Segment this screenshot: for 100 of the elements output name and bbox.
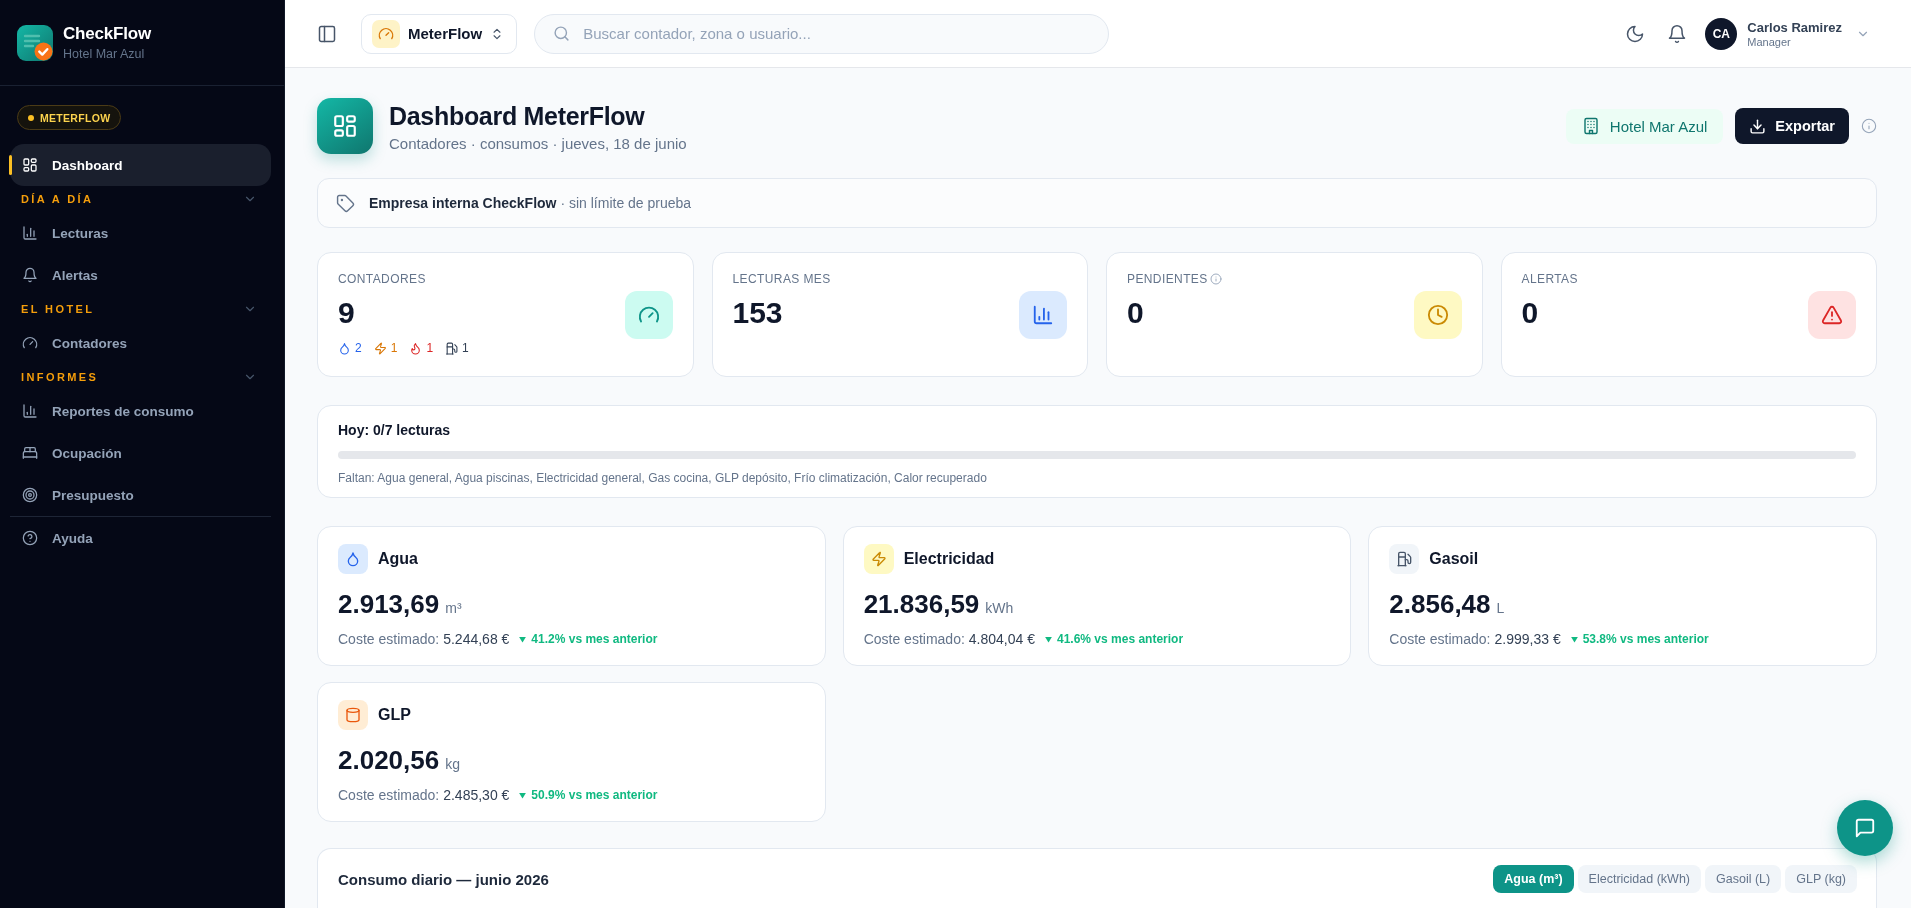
- grid-icon: [317, 98, 373, 154]
- stat-value: 0: [1127, 296, 1145, 330]
- consumption-unit: kWh: [985, 599, 1014, 618]
- consumption-value: 21.836,59: [863, 589, 980, 619]
- chart-tab[interactable]: Agua (m³): [1493, 865, 1574, 893]
- trend-text: 41.6% vs mes anterior: [1057, 631, 1184, 648]
- tag-icon: [336, 193, 355, 213]
- gauge-icon: [624, 290, 673, 339]
- clock-icon: [1413, 290, 1462, 339]
- trend-text: 41.2% vs mes anterior: [531, 631, 658, 648]
- app-switcher[interactable]: MeterFlow: [361, 13, 518, 54]
- nav-item[interactable]: Alertas: [10, 254, 271, 296]
- consumption-title: GLP: [378, 706, 411, 724]
- consumption-title: Gasoil: [1429, 550, 1479, 568]
- gauge-icon: [372, 19, 400, 48]
- consumption-unit: kg: [445, 755, 460, 774]
- bell-icon: [1667, 23, 1688, 44]
- cost-value: 2.485,30 €: [443, 786, 510, 804]
- export-button[interactable]: Exportar: [1735, 108, 1849, 144]
- section-toggle[interactable]: DÍA A DÍA: [10, 186, 271, 212]
- property-button[interactable]: Hotel Mar Azul: [1565, 108, 1724, 144]
- user-name: Carlos Ramirez: [1747, 19, 1842, 35]
- cost-value: 5.244,68 €: [443, 630, 510, 648]
- consumption-value: 2.856,48: [1389, 589, 1491, 619]
- chat-icon: [1854, 817, 1876, 839]
- chart-tab[interactable]: Electricidad (kWh): [1577, 865, 1701, 893]
- stat-label: ALERTAS: [1521, 272, 1578, 286]
- brand-name: CheckFlow: [63, 24, 151, 44]
- nav-item[interactable]: Ayuda: [10, 517, 271, 559]
- download-icon: [1749, 117, 1767, 135]
- cost-label: Coste estimado:: [338, 630, 440, 648]
- lightning-icon: [373, 341, 387, 355]
- grid-icon: [22, 157, 38, 173]
- progress-title: Hoy: 0/7 lecturas: [338, 421, 452, 439]
- trend-text: 50.9% vs mes anterior: [531, 787, 658, 804]
- nav-item[interactable]: Contadores: [10, 322, 271, 364]
- section-toggle[interactable]: EL HOTEL: [10, 296, 271, 322]
- search-field[interactable]: Buscar contador, zona o usuario...: [534, 13, 1110, 54]
- sidebar-panel-icon: [317, 23, 337, 44]
- page-title: Dashboard MeterFlow: [389, 100, 646, 131]
- missing-readings-text: Faltan: Agua general, Agua piscinas, Electricidad general, Gas cocina, GLP depósito, Frío climatización, Calor recuperado: [338, 471, 988, 486]
- consumption-value: 2.020,56: [338, 745, 440, 775]
- consumption-title: Agua: [378, 550, 418, 568]
- user-role: Manager: [1747, 35, 1792, 48]
- chart-tab[interactable]: Gasoil (L): [1705, 865, 1782, 893]
- section-toggle[interactable]: INFORMES: [10, 364, 271, 390]
- stat-label: CONTADORES: [338, 272, 426, 286]
- flame-icon: [409, 341, 423, 355]
- building-icon: [1581, 117, 1600, 135]
- bar-chart-icon: [1019, 290, 1067, 339]
- gauge-icon: [22, 335, 38, 351]
- stat-value: 153: [732, 296, 784, 330]
- droplet-icon: [338, 544, 368, 574]
- module-label: METERFLOW: [40, 111, 111, 124]
- bar-chart-icon: [22, 403, 38, 419]
- user-avatar[interactable]: CA: [1705, 17, 1738, 50]
- stat-label: LECTURAS MES: [732, 272, 831, 286]
- page-subtitle: Contadores · consumos · jueves, 18 de junio: [389, 134, 687, 152]
- meter-count: 1: [390, 341, 398, 355]
- warning-icon: [1808, 290, 1856, 339]
- stat-value: 0: [1521, 296, 1540, 330]
- cost-value: 4.804,04 €: [968, 630, 1035, 648]
- meter-count: 2: [355, 341, 362, 355]
- lightning-icon: [863, 544, 894, 574]
- moon-icon: [1625, 23, 1646, 44]
- stat-value: 9: [338, 296, 356, 330]
- info-icon: [1861, 118, 1877, 134]
- trend-text: 53.8% vs mes anterior: [1582, 631, 1709, 648]
- bell-icon: [22, 267, 38, 283]
- nav-item[interactable]: Lecturas: [10, 212, 271, 254]
- bed-icon: [22, 445, 38, 461]
- bar-chart-icon: [22, 225, 38, 241]
- stat-label: PENDIENTES: [1127, 272, 1208, 286]
- meter-count: 1: [426, 341, 434, 355]
- consumption-value: 2.913,69: [338, 589, 440, 619]
- search-icon: [553, 24, 571, 42]
- target-icon: [22, 487, 38, 503]
- cost-label: Coste estimado:: [338, 786, 440, 804]
- meter-count: 1: [462, 341, 469, 355]
- chart-title: Consumo diario — junio 2026: [338, 870, 549, 888]
- consumption-title: Electricidad: [903, 550, 995, 568]
- consumption-unit: m³: [445, 599, 462, 618]
- fuel-pump-icon: [1389, 544, 1420, 574]
- notice-text: Empresa interna CheckFlow · sin límite de prueba: [369, 195, 692, 211]
- cost-value: 2.999,33 €: [1494, 630, 1561, 648]
- nav-item[interactable]: Dashboard: [10, 144, 271, 186]
- brand-subtitle: Hotel Mar Azul: [63, 47, 146, 61]
- dot-icon: [28, 114, 34, 121]
- nav-item[interactable]: Reportes de consumo: [10, 390, 271, 432]
- cost-label: Coste estimado:: [1389, 630, 1491, 648]
- help-icon: [22, 530, 38, 546]
- nav-item[interactable]: Presupuesto: [10, 474, 271, 516]
- cost-label: Coste estimado:: [863, 630, 965, 648]
- cylinder-icon: [338, 700, 368, 730]
- nav-item[interactable]: Ocupación: [10, 432, 271, 474]
- chart-tab[interactable]: GLP (kg): [1785, 865, 1857, 893]
- consumption-unit: L: [1496, 599, 1505, 618]
- droplet-icon: [338, 341, 351, 355]
- fuel-pump-icon: [445, 341, 459, 355]
- logo-icon: [17, 24, 53, 61]
